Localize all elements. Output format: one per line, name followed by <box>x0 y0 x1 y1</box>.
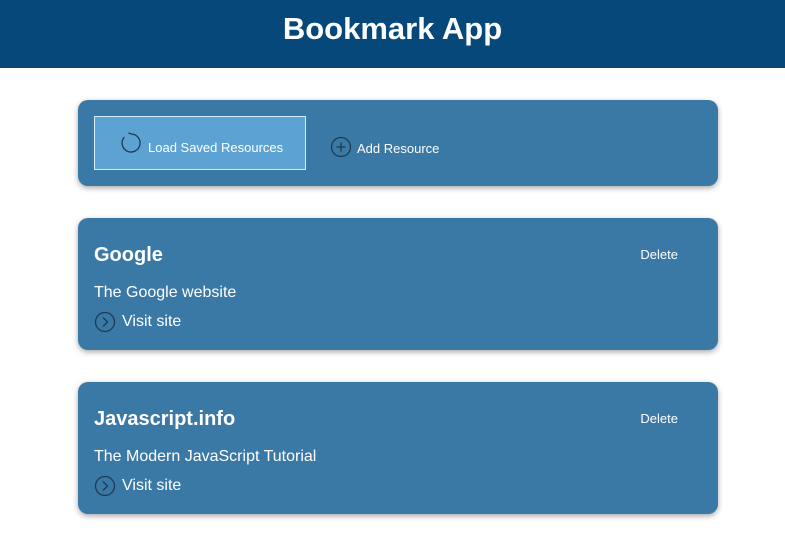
resource-title: Google <box>94 244 163 266</box>
visit-site-label: Visit site <box>122 313 182 330</box>
app-header: Bookmark App <box>0 0 785 68</box>
load-saved-resources-button[interactable]: Load Saved Resources <box>94 116 306 170</box>
visit-site-link[interactable]: Visit site <box>94 475 181 497</box>
chevron-right-circle-icon <box>94 475 116 497</box>
chevron-right-circle-icon <box>94 311 116 333</box>
plus-circle-icon <box>330 136 352 158</box>
add-resource-button[interactable]: Add Resource <box>330 136 439 158</box>
resource-title: Javascript.info <box>94 408 236 430</box>
page-title: Bookmark App <box>282 11 503 46</box>
toolbar-panel: Load Saved Resources Add Resource <box>78 100 718 186</box>
refresh-icon <box>120 132 142 154</box>
delete-button[interactable]: Delete <box>640 411 678 426</box>
resource-card: Google Delete The Google website Visit s… <box>78 218 718 350</box>
resource-card: Javascript.info Delete The Modern JavaSc… <box>78 382 718 514</box>
delete-button[interactable]: Delete <box>640 247 678 262</box>
add-resource-label: Add Resource <box>357 140 440 156</box>
visit-site-label: Visit site <box>122 477 182 494</box>
visit-site-link[interactable]: Visit site <box>94 311 181 333</box>
resource-description: The Google website <box>94 284 237 301</box>
load-saved-resources-label: Load Saved Resources <box>148 139 284 155</box>
resource-description: The Modern JavaScript Tutorial <box>94 448 317 465</box>
